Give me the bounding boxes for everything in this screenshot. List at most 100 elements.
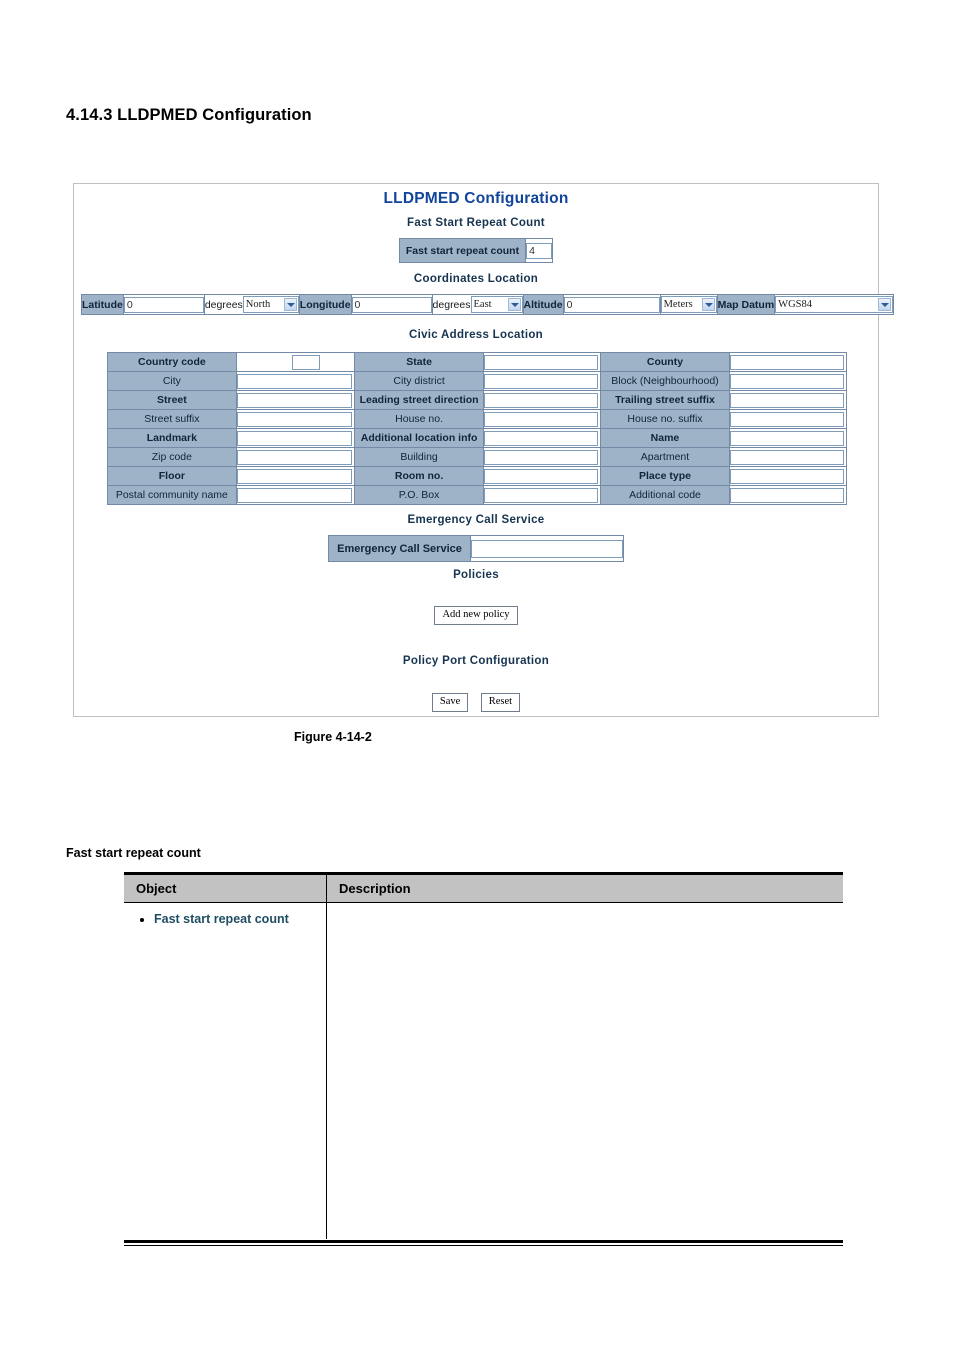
add-new-policy-button[interactable]: Add new policy bbox=[434, 606, 518, 625]
table-row: Floor Room no. Place type bbox=[107, 466, 848, 486]
table-row: Street Leading street direction Trailing s… bbox=[107, 390, 848, 410]
civic-input-name[interactable] bbox=[729, 430, 844, 446]
civic-field-postal-community-name[interactable] bbox=[235, 485, 356, 505]
map-datum-select[interactable]: WGS84 bbox=[775, 296, 894, 313]
map-datum-cell[interactable]: WGS84 bbox=[774, 294, 895, 315]
civic-label-landmark: Landmark bbox=[107, 428, 237, 448]
civic-field-city-district[interactable] bbox=[482, 371, 602, 391]
civic-field-floor[interactable] bbox=[235, 466, 356, 486]
civic-field-place-type[interactable] bbox=[728, 466, 848, 486]
civic-field-trailing-street-suffix[interactable] bbox=[728, 390, 848, 410]
panel-title: LLDPMED Configuration bbox=[383, 190, 569, 207]
map-datum-selectwrap[interactable]: WGS84 bbox=[775, 296, 894, 313]
fast-start-repeat-count-input[interactable] bbox=[526, 242, 553, 259]
civic-field-name[interactable] bbox=[728, 428, 848, 448]
page-title: 4.14.3 LLDPMED Configuration bbox=[66, 106, 312, 124]
table-body: Fast start repeat count bbox=[124, 902, 843, 1239]
civic-field-city[interactable] bbox=[235, 371, 356, 391]
civic-field-additional-code[interactable] bbox=[728, 485, 848, 505]
section-heading-civic: Civic Address Location bbox=[409, 329, 543, 341]
table-row: Latitude degrees North Longitude bbox=[81, 294, 895, 315]
civic-input-state[interactable] bbox=[484, 354, 599, 370]
longitude-direction-selectwrap[interactable]: East bbox=[470, 296, 523, 313]
civic-input-additional-location-info[interactable] bbox=[484, 430, 599, 446]
altitude-units-select[interactable]: Meters bbox=[660, 296, 717, 313]
civic-input-country-code[interactable] bbox=[291, 354, 320, 370]
longitude-input[interactable] bbox=[351, 296, 432, 313]
civic-field-landmark[interactable] bbox=[235, 428, 356, 448]
civic-field-house-no[interactable] bbox=[482, 409, 602, 429]
longitude-direction-select[interactable]: East bbox=[470, 296, 523, 313]
civic-label-additional-code: Additional code bbox=[600, 485, 730, 505]
civic-field-additional-location-info[interactable] bbox=[482, 428, 602, 448]
civic-input-city-district[interactable] bbox=[484, 373, 599, 389]
civic-address-location-group: Country code State County City City district… bbox=[107, 352, 848, 505]
altitude-field[interactable] bbox=[562, 294, 661, 315]
latitude-direction-cell[interactable]: North bbox=[242, 294, 300, 315]
civic-address-location-table: Country code State County City City district… bbox=[107, 352, 848, 505]
altitude-label: Altitude bbox=[522, 294, 564, 315]
section-sub-heading: Fast start repeat count bbox=[66, 846, 201, 860]
emergency-call-service-label: Emergency Call Service bbox=[328, 535, 471, 562]
civic-label-city: City bbox=[107, 371, 237, 391]
civic-input-additional-code[interactable] bbox=[729, 487, 844, 503]
civic-field-leading-street-direction[interactable] bbox=[482, 390, 602, 410]
save-button[interactable]: Save bbox=[431, 693, 469, 712]
civic-input-county[interactable] bbox=[729, 354, 844, 370]
civic-field-street[interactable] bbox=[235, 390, 356, 410]
civic-field-zip-code[interactable] bbox=[235, 447, 356, 467]
civic-label-street-suffix: Street suffix bbox=[107, 409, 237, 429]
civic-field-apartment[interactable] bbox=[728, 447, 848, 467]
civic-input-place-type[interactable] bbox=[729, 468, 844, 484]
civic-input-house-no[interactable] bbox=[484, 411, 599, 427]
civic-field-country-code[interactable] bbox=[235, 352, 356, 372]
section-heading-coordinates: Coordinates Location bbox=[413, 273, 539, 285]
civic-label-apartment: Apartment bbox=[600, 447, 730, 467]
civic-input-building[interactable] bbox=[484, 449, 599, 465]
altitude-input[interactable] bbox=[563, 296, 660, 313]
civic-field-building[interactable] bbox=[482, 447, 602, 467]
civic-input-landmark[interactable] bbox=[236, 430, 353, 446]
civic-input-street-suffix[interactable] bbox=[236, 411, 353, 427]
civic-field-room-no[interactable] bbox=[482, 466, 602, 486]
fast-start-repeat-count-field[interactable] bbox=[525, 238, 554, 263]
longitude-direction-cell[interactable]: East bbox=[470, 294, 524, 315]
civic-label-country-code: Country code bbox=[107, 352, 237, 372]
reset-button[interactable]: Reset bbox=[480, 693, 521, 712]
figure-caption: Figure 4-14-2 bbox=[294, 730, 372, 744]
civic-input-city[interactable] bbox=[236, 373, 353, 389]
civic-input-leading-street-direction[interactable] bbox=[484, 392, 599, 408]
civic-input-room-no[interactable] bbox=[484, 468, 599, 484]
longitude-field[interactable] bbox=[350, 294, 433, 315]
emergency-call-service-field[interactable] bbox=[469, 535, 624, 562]
civic-input-floor[interactable] bbox=[236, 468, 353, 484]
civic-input-zip-code[interactable] bbox=[236, 449, 353, 465]
civic-field-house-no-suffix[interactable] bbox=[728, 409, 848, 429]
latitude-direction-selectwrap[interactable]: North bbox=[242, 296, 299, 313]
civic-input-p-o-box[interactable] bbox=[484, 487, 599, 503]
latitude-direction-select[interactable]: North bbox=[242, 296, 299, 313]
civic-input-house-no-suffix[interactable] bbox=[729, 411, 844, 427]
latitude-field[interactable] bbox=[122, 294, 205, 315]
civic-field-p-o-box[interactable] bbox=[482, 485, 602, 505]
altitude-units-cell[interactable]: Meters bbox=[660, 294, 718, 315]
object-list-item: Fast start repeat count bbox=[154, 911, 326, 927]
emergency-call-service-input[interactable] bbox=[470, 539, 623, 558]
civic-field-block-neighbourhood[interactable] bbox=[728, 371, 848, 391]
civic-label-place-type: Place type bbox=[600, 466, 730, 486]
latitude-label: Latitude bbox=[81, 294, 124, 315]
section-heading-fast-start: Fast Start Repeat Count bbox=[407, 217, 545, 229]
civic-input-apartment[interactable] bbox=[729, 449, 844, 465]
civic-field-county[interactable] bbox=[728, 352, 848, 372]
civic-input-street[interactable] bbox=[236, 392, 353, 408]
civic-input-block-neighbourhood[interactable] bbox=[729, 373, 844, 389]
altitude-units-selectwrap[interactable]: Meters bbox=[660, 296, 717, 313]
civic-input-postal-community-name[interactable] bbox=[236, 487, 353, 503]
civic-label-building: Building bbox=[354, 447, 484, 467]
latitude-input[interactable] bbox=[123, 296, 204, 313]
civic-label-trailing-street-suffix: Trailing street suffix bbox=[600, 390, 730, 410]
table-row: Fast start repeat count bbox=[124, 902, 843, 1239]
civic-field-street-suffix[interactable] bbox=[235, 409, 356, 429]
civic-input-trailing-street-suffix[interactable] bbox=[729, 392, 844, 408]
civic-field-state[interactable] bbox=[482, 352, 602, 372]
